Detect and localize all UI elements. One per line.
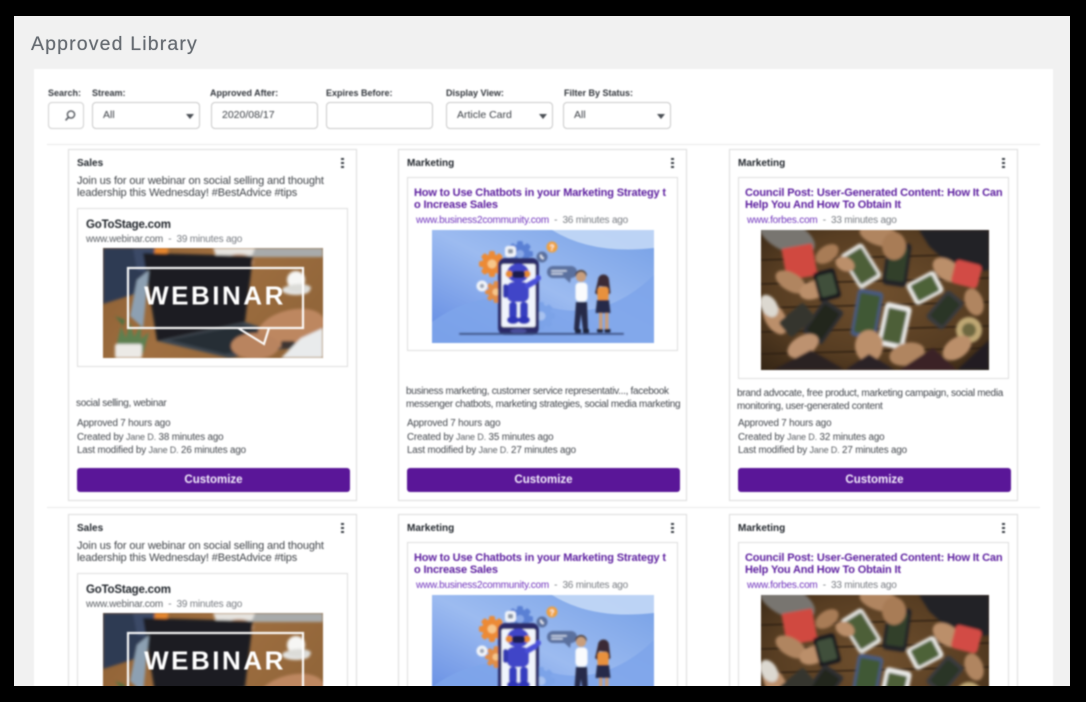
svg-text:?: ? <box>550 243 555 252</box>
svg-text:WEBINAR: WEBINAR <box>144 645 286 675</box>
svg-text:?: ? <box>550 608 555 617</box>
svg-text:WEBINAR: WEBINAR <box>144 280 286 310</box>
